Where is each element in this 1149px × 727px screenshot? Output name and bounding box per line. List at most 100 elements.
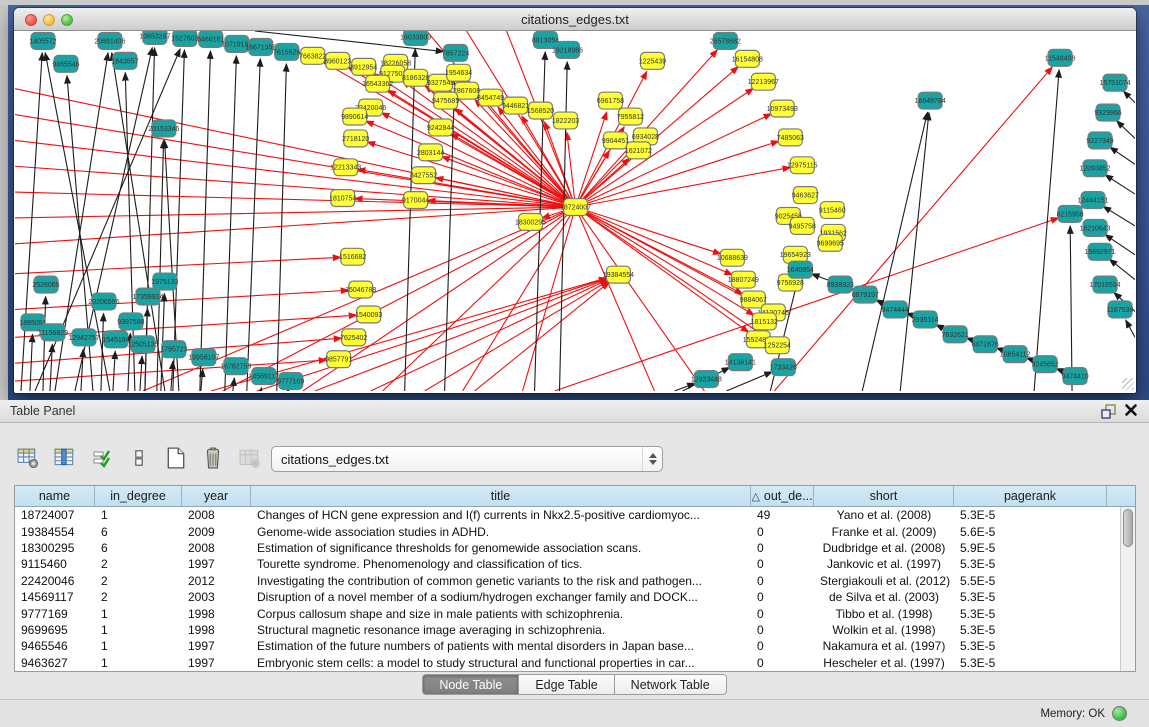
graph-node[interactable]: 1843557 xyxy=(111,52,138,69)
graph-node[interactable]: 6879197 xyxy=(852,286,879,303)
graph-node[interactable]: 9170044 xyxy=(402,192,429,209)
import-table-icon[interactable] xyxy=(88,444,116,472)
table-row[interactable]: 1938455462009Genome-wide association stu… xyxy=(15,523,1120,539)
graph-node[interactable]: 1252254 xyxy=(764,337,791,354)
graph-node[interactable]: 9474444 xyxy=(882,301,909,318)
graph-node[interactable]: 19384554 xyxy=(603,266,634,283)
graph-node[interactable]: 20206556 xyxy=(88,293,119,310)
graph-edge[interactable] xyxy=(30,334,32,391)
graph-edge[interactable] xyxy=(425,281,609,391)
tab-edge-table[interactable]: Edge Table xyxy=(519,674,614,695)
show-column-icon[interactable] xyxy=(51,444,79,472)
graph-node[interactable]: 12505135 xyxy=(127,336,158,353)
graph-node[interactable]: 8186328 xyxy=(402,69,429,86)
graph-edge[interactable] xyxy=(774,67,1052,391)
graph-edge[interactable] xyxy=(405,49,416,391)
graph-node[interactable]: 2526065 xyxy=(32,276,59,293)
graph-edge[interactable] xyxy=(475,282,610,391)
graph-edge[interactable] xyxy=(15,290,349,309)
table-row[interactable]: 2242004622012Investigating the contribut… xyxy=(15,573,1120,589)
graph-edge[interactable] xyxy=(1123,91,1135,102)
graph-edge[interactable] xyxy=(140,356,142,391)
table-row[interactable]: 977716911998Corpus callosum shape and si… xyxy=(15,605,1120,621)
graph-node[interactable]: 10653287 xyxy=(139,31,170,44)
graph-node[interactable]: 15046788 xyxy=(345,281,376,298)
graph-edge[interactable] xyxy=(233,378,235,391)
table-row[interactable]: 969969511998Structural magnetic resonanc… xyxy=(15,622,1120,638)
graph-node[interactable]: 16782759 xyxy=(220,358,251,375)
graph-node[interactable]: 9245652 xyxy=(1031,356,1058,373)
graph-edge[interactable] xyxy=(201,369,203,391)
table-row[interactable]: 911546021997Tourette syndrome. Phenomeno… xyxy=(15,556,1120,572)
graph-node[interactable]: 10688639 xyxy=(717,249,748,266)
graph-node[interactable]: 19958107 xyxy=(188,349,219,366)
graph-node[interactable]: 9446821 xyxy=(502,97,529,114)
table-selector[interactable]: citations_edges.txt xyxy=(271,446,663,472)
graph-node[interactable]: 9227349 xyxy=(1086,132,1113,149)
graph-node[interactable]: 1815132 xyxy=(751,313,778,330)
graph-edge[interactable] xyxy=(101,313,104,391)
graph-node[interactable]: 8215958 xyxy=(1056,206,1083,223)
graph-node[interactable]: 1167539 xyxy=(1107,301,1134,318)
graph-node[interactable]: 1822203 xyxy=(552,112,579,129)
scrollbar-thumb[interactable] xyxy=(1123,509,1133,547)
citation-network-graph[interactable]: 7663822896012389129541822605891275031654… xyxy=(15,31,1135,391)
graph-edge[interactable] xyxy=(261,388,262,391)
graph-node[interactable]: 17016504 xyxy=(1089,276,1120,293)
graph-node[interactable]: 7625402 xyxy=(340,329,367,346)
graph-node[interactable]: 16033809 xyxy=(400,31,431,45)
graph-node[interactable]: 19218986 xyxy=(552,41,583,58)
graph-node[interactable]: 14136141 xyxy=(725,354,756,371)
tab-network-table[interactable]: Network Table xyxy=(615,674,727,695)
clear-table-icon[interactable] xyxy=(236,444,264,472)
graph-node[interactable]: 9397588 xyxy=(117,313,144,330)
table-row[interactable]: 1456911722003Disruption of a novel membe… xyxy=(15,589,1120,605)
graph-node[interactable]: 16671358 xyxy=(245,38,276,55)
graph-edge[interactable] xyxy=(43,297,46,391)
graph-node[interactable]: 20691406 xyxy=(94,32,125,49)
graph-node[interactable]: 16154808 xyxy=(732,50,763,67)
table-row[interactable]: 1830029562008Estimation of significance … xyxy=(15,540,1120,556)
graph-node[interactable]: 18300295 xyxy=(515,213,546,230)
graph-node[interactable]: 12444151 xyxy=(1077,192,1108,209)
graph-node[interactable]: 12213343 xyxy=(330,159,361,176)
table-vertical-scrollbar[interactable] xyxy=(1120,507,1135,671)
graph-edge[interactable] xyxy=(560,62,568,391)
column-header-in_degree[interactable]: in_degree xyxy=(95,486,182,506)
graph-node[interactable]: 1795723 xyxy=(160,341,187,358)
graph-node[interactable]: 20153346 xyxy=(148,120,179,137)
graph-node[interactable]: 9242844 xyxy=(427,119,454,136)
graph-edge[interactable] xyxy=(367,142,575,207)
graph-edge[interactable] xyxy=(1034,70,1059,391)
graph-node[interactable]: 8454749 xyxy=(477,89,504,106)
graph-edge[interactable] xyxy=(1117,121,1135,139)
graph-edge[interactable] xyxy=(1103,206,1135,226)
graph-node[interactable]: 1405572 xyxy=(29,32,56,49)
column-header-pagerank[interactable]: pagerank xyxy=(954,486,1107,506)
graph-node[interactable]: 1225439 xyxy=(639,52,666,69)
graph-edge[interactable] xyxy=(113,351,115,391)
graph-edge[interactable] xyxy=(15,192,575,207)
graph-node[interactable]: 1621072 xyxy=(625,142,652,159)
graph-node[interactable]: 15751074 xyxy=(1099,74,1130,91)
graph-edge[interactable] xyxy=(1126,320,1135,337)
graph-node[interactable]: 8938923 xyxy=(827,276,854,293)
graph-edge[interactable] xyxy=(1070,226,1072,391)
graph-edge[interactable] xyxy=(15,115,575,207)
graph-node[interactable]: 12213967 xyxy=(748,73,779,90)
graph-node[interactable]: 9857791 xyxy=(325,351,352,368)
graph-node[interactable]: 7955812 xyxy=(617,108,644,125)
graph-node[interactable]: 9463627 xyxy=(792,187,819,204)
new-table-icon[interactable] xyxy=(162,444,190,472)
float-panel-icon[interactable] xyxy=(1099,403,1117,420)
graph-node[interactable]: 7615526 xyxy=(273,43,300,60)
graph-edge[interactable] xyxy=(247,59,261,391)
graph-node[interactable]: 12975115 xyxy=(787,157,818,174)
graph-node[interactable]: 12942757 xyxy=(68,329,99,346)
graph-edge[interactable] xyxy=(1110,147,1135,164)
graph-edge[interactable] xyxy=(575,114,771,207)
graph-node[interactable]: 1545194 xyxy=(102,331,129,348)
graph-node[interactable]: 6471676 xyxy=(972,336,999,353)
graph-node[interactable]: 1568520 xyxy=(527,102,554,119)
graph-edge[interactable] xyxy=(81,349,83,391)
